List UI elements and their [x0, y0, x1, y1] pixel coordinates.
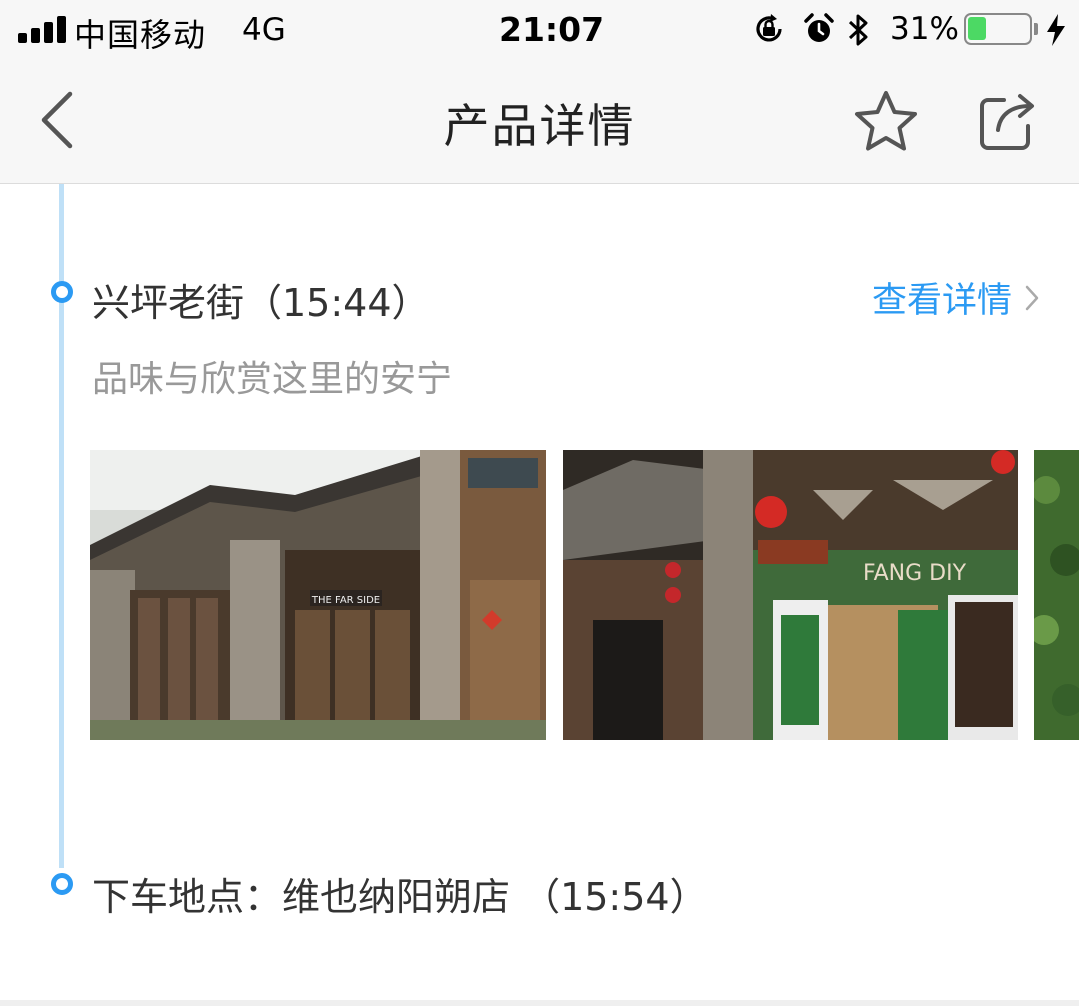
view-details-label: 查看详情 [872, 281, 1013, 321]
star-icon[interactable] [852, 88, 920, 154]
share-icon[interactable] [974, 88, 1040, 154]
app-screen: 中国移动 4G 21:07 31% 产品详情 兴坪老街（15:44） 查看详情 … [0, 0, 1079, 1006]
battery-icon [964, 13, 1032, 45]
bluetooth-icon [848, 14, 868, 46]
stop-title: 兴坪老街（15:44） [92, 281, 430, 325]
svg-text:THE FAR SIDE: THE FAR SIDE [311, 595, 380, 606]
navigation-bar: 产品详情 [0, 60, 1079, 184]
charging-icon [1047, 14, 1065, 46]
battery-level-fill [968, 17, 986, 40]
old-street-wooden-doors-photo[interactable]: THE FAR SIDE [90, 450, 546, 740]
svg-text:FANG DIY: FANG DIY [863, 561, 967, 586]
orientation-lock-icon [756, 14, 782, 42]
status-bar: 中国移动 4G 21:07 31% [0, 0, 1079, 60]
timeline-dot [51, 873, 73, 895]
old-street-shopfront-photo[interactable]: FANG DIY [563, 450, 1018, 740]
stop-description: 品味与欣赏这里的安宁 [92, 359, 453, 400]
status-time: 21:07 [499, 10, 605, 49]
bottom-divider [0, 1000, 1079, 1006]
network-type: 4G [242, 12, 286, 48]
dropoff-title: 下车地点：维也纳阳朔店 （15:54） [92, 875, 708, 919]
signal-icon [18, 15, 66, 43]
view-details-link[interactable]: 查看详情 [872, 272, 1040, 323]
old-street-greenery-photo[interactable] [1034, 450, 1079, 740]
timeline-dot [51, 281, 73, 303]
battery-percent: 31% [890, 11, 959, 47]
carrier-name: 中国移动 [74, 16, 207, 54]
chevron-right-icon [1025, 285, 1039, 310]
battery-tip [1034, 23, 1038, 35]
alarm-icon [804, 13, 834, 42]
